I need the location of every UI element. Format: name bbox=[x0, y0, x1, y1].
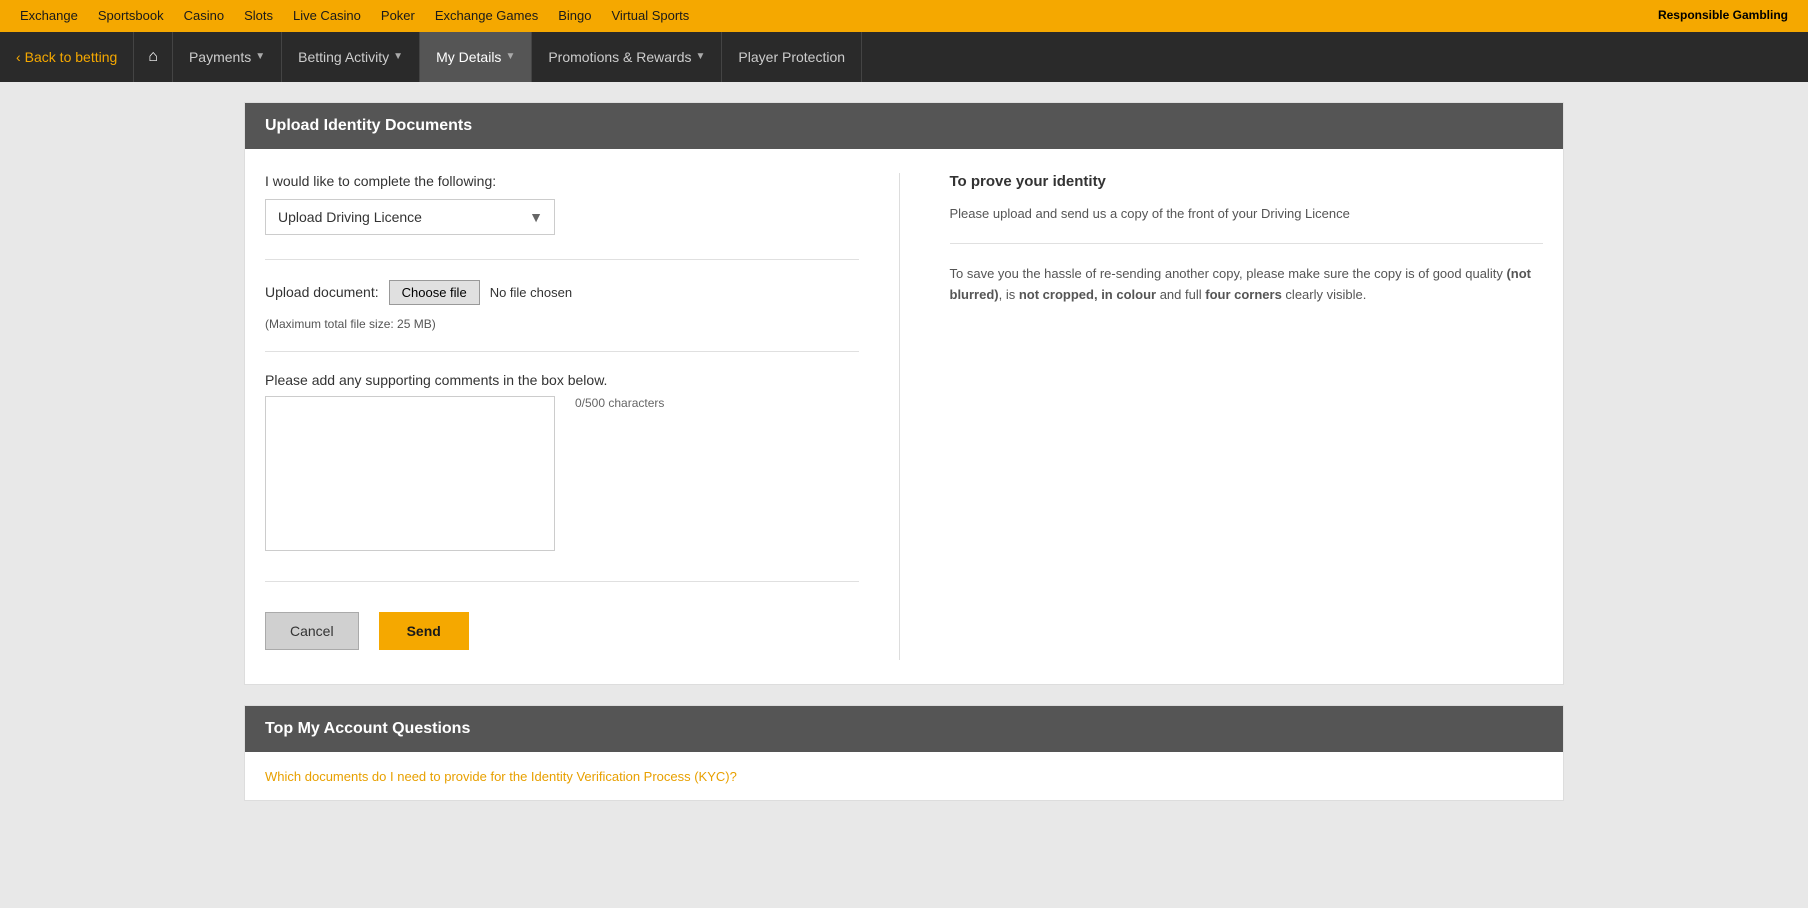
top-nav-links: Exchange Sportsbook Casino Slots Live Ca… bbox=[20, 8, 689, 23]
upload-identity-header: Upload Identity Documents bbox=[245, 103, 1563, 149]
comments-textarea[interactable] bbox=[265, 396, 555, 551]
divider-2 bbox=[265, 351, 859, 352]
select-label: I would like to complete the following: bbox=[265, 173, 859, 189]
faq-body: Which documents do I need to provide for… bbox=[245, 752, 1563, 800]
left-panel: I would like to complete the following: … bbox=[265, 173, 900, 660]
nav-virtual-sports[interactable]: Virtual Sports bbox=[611, 8, 689, 23]
nav-player-protection[interactable]: Player Protection bbox=[722, 32, 862, 82]
top-nav: Exchange Sportsbook Casino Slots Live Ca… bbox=[0, 0, 1808, 32]
back-to-betting-link[interactable]: ‹ Back to betting bbox=[0, 32, 133, 82]
nav-exchange[interactable]: Exchange bbox=[20, 8, 78, 23]
card-body: I would like to complete the following: … bbox=[245, 149, 1563, 684]
nav-poker[interactable]: Poker bbox=[381, 8, 415, 23]
comments-label: Please add any supporting comments in th… bbox=[265, 372, 859, 388]
secondary-nav: ‹ Back to betting ⌂ Payments ▼ Betting A… bbox=[0, 32, 1808, 82]
not-cropped-text: not cropped, in colour bbox=[1019, 287, 1156, 302]
nav-exchange-games[interactable]: Exchange Games bbox=[435, 8, 538, 23]
back-to-betting-label: Back to betting bbox=[25, 49, 118, 65]
chevron-down-icon: ▼ bbox=[255, 51, 265, 62]
nav-sportsbook[interactable]: Sportsbook bbox=[98, 8, 164, 23]
no-file-chosen-text: No file chosen bbox=[490, 285, 572, 300]
right-divider bbox=[950, 243, 1544, 244]
form-actions: Cancel Send bbox=[265, 581, 859, 660]
comments-wrapper: 0/500 characters bbox=[265, 396, 859, 551]
nav-slots[interactable]: Slots bbox=[244, 8, 273, 23]
upload-identity-card: Upload Identity Documents I would like t… bbox=[244, 102, 1564, 685]
upload-document-label: Upload document: bbox=[265, 284, 379, 300]
identity-paragraph1: Please upload and send us a copy of the … bbox=[950, 204, 1544, 224]
nav-my-details[interactable]: My Details ▼ bbox=[420, 32, 532, 82]
chevron-down-icon: ▼ bbox=[696, 51, 706, 62]
upload-row: Upload document: Choose file No file cho… bbox=[265, 280, 859, 305]
chevron-left-icon: ‹ bbox=[16, 49, 21, 65]
chevron-down-icon: ▼ bbox=[505, 51, 515, 62]
nav-betting-activity[interactable]: Betting Activity ▼ bbox=[282, 32, 420, 82]
identity-paragraph2: To save you the hassle of re-sending ano… bbox=[950, 264, 1544, 306]
nav-player-protection-label: Player Protection bbox=[738, 49, 845, 65]
faq-link[interactable]: Which documents do I need to provide for… bbox=[265, 769, 737, 784]
comments-section: Please add any supporting comments in th… bbox=[265, 372, 859, 551]
faq-header: Top My Account Questions bbox=[245, 706, 1563, 752]
cancel-button[interactable]: Cancel bbox=[265, 612, 359, 650]
identity-title: To prove your identity bbox=[950, 173, 1544, 190]
right-panel: To prove your identity Please upload and… bbox=[940, 173, 1544, 660]
home-button[interactable]: ⌂ bbox=[133, 32, 173, 82]
nav-payments-label: Payments bbox=[189, 49, 251, 65]
nav-my-details-label: My Details bbox=[436, 49, 501, 65]
nav-promotions-label: Promotions & Rewards bbox=[548, 49, 691, 65]
nav-promotions-rewards[interactable]: Promotions & Rewards ▼ bbox=[532, 32, 722, 82]
home-icon: ⌂ bbox=[148, 48, 158, 66]
nav-payments[interactable]: Payments ▼ bbox=[173, 32, 282, 82]
nav-betting-activity-label: Betting Activity bbox=[298, 49, 389, 65]
choose-file-button[interactable]: Choose file bbox=[389, 280, 480, 305]
faq-card: Top My Account Questions Which documents… bbox=[244, 705, 1564, 801]
max-file-size-info: (Maximum total file size: 25 MB) bbox=[265, 313, 859, 331]
document-type-select[interactable]: Upload Driving Licence Upload Passport U… bbox=[265, 199, 555, 235]
four-corners-text: four corners bbox=[1205, 287, 1282, 302]
divider-1 bbox=[265, 259, 859, 260]
document-type-dropdown-wrapper: Upload Driving Licence Upload Passport U… bbox=[265, 199, 555, 235]
nav-live-casino[interactable]: Live Casino bbox=[293, 8, 361, 23]
page-wrapper: Upload Identity Documents I would like t… bbox=[184, 82, 1624, 841]
nav-bingo[interactable]: Bingo bbox=[558, 8, 591, 23]
send-button[interactable]: Send bbox=[379, 612, 469, 650]
nav-casino[interactable]: Casino bbox=[184, 8, 224, 23]
responsible-gambling-label: Responsible Gambling bbox=[1658, 8, 1788, 24]
char-count-label: 0/500 characters bbox=[575, 396, 664, 410]
chevron-down-icon: ▼ bbox=[393, 51, 403, 62]
